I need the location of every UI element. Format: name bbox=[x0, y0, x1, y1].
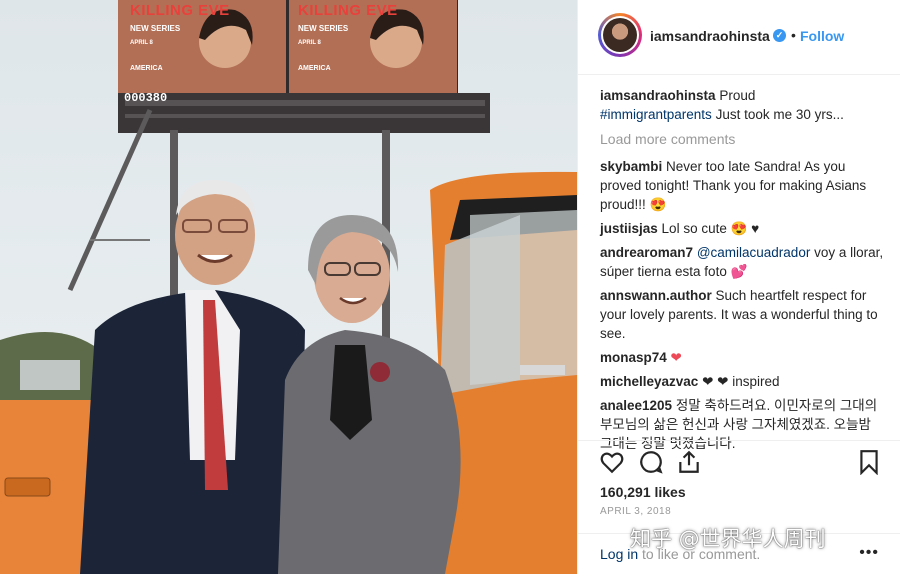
watermark: 知乎 @世界华人周刊 bbox=[630, 527, 826, 551]
avatar-image bbox=[603, 18, 637, 52]
billboard-subtitle-left: NEW SERIES bbox=[130, 24, 181, 33]
verified-badge-icon: ✓ bbox=[773, 29, 786, 42]
comment-text: Lol so cute 😍 ♥ bbox=[661, 221, 760, 236]
woman-jacket bbox=[278, 330, 461, 574]
load-more-comments[interactable]: Load more comments bbox=[600, 130, 885, 149]
comment-username[interactable]: andrearoman7 bbox=[600, 245, 693, 260]
comment-item: michelleyazvac ❤ ❤ inspired bbox=[600, 372, 885, 391]
heart-icon[interactable] bbox=[599, 449, 625, 475]
comment-item: andrearoman7 @camilacuadrador voy a llor… bbox=[600, 243, 885, 281]
billboard-network-left: AMERICA bbox=[130, 65, 163, 72]
comment-username[interactable]: annswann.author bbox=[600, 288, 712, 303]
comment-username[interactable]: monasp74 bbox=[600, 350, 667, 365]
follow-button[interactable]: Follow bbox=[800, 28, 844, 44]
caption: iamsandraohinsta Proud #immigrantparents… bbox=[600, 86, 885, 124]
comment-username[interactable]: analee1205 bbox=[600, 398, 672, 413]
comment-icon[interactable] bbox=[638, 449, 664, 475]
more-options-button[interactable]: ••• bbox=[859, 544, 879, 562]
billboard-subtitle-right: NEW SERIES bbox=[298, 24, 349, 33]
billboard-network-right: AMERICA bbox=[298, 65, 331, 72]
billboard-frame bbox=[118, 93, 490, 133]
billboard-number: 000380 bbox=[124, 91, 168, 105]
woman-brooch bbox=[370, 362, 390, 382]
caption-hashtag[interactable]: #immigrantparents bbox=[600, 107, 712, 122]
avatar[interactable] bbox=[598, 13, 642, 57]
post-panel: iamsandraohinsta ✓ • Follow iamsandraohi… bbox=[577, 0, 900, 574]
comment-mention[interactable]: @camilacuadrador bbox=[697, 245, 811, 260]
comment-item: justiisjas Lol so cute 😍 ♥ bbox=[600, 219, 885, 238]
separator-dot: • bbox=[791, 27, 796, 43]
post-photo: KILLING EVE NEW SERIES APRIL 8 AMERICA K… bbox=[0, 0, 577, 574]
comment-username[interactable]: skybambi bbox=[600, 159, 662, 174]
comment-username[interactable]: michelleyazvac bbox=[600, 374, 698, 389]
action-bar: 160,291 likes APRIL 3, 2018 Log in to li… bbox=[578, 440, 900, 575]
billboard-title-right: KILLING EVE bbox=[298, 2, 398, 19]
photo-illustration bbox=[0, 0, 577, 574]
comment-item: annswann.author Such heartfelt respect f… bbox=[600, 286, 885, 343]
comment-item: monasp74 ❤ bbox=[600, 348, 885, 367]
share-icon[interactable] bbox=[676, 449, 702, 475]
likes-count[interactable]: 160,291 likes bbox=[600, 484, 686, 500]
billboard-date-right: APRIL 8 bbox=[298, 40, 321, 46]
comment-text: ❤ ❤ inspired bbox=[702, 374, 780, 389]
billboard-title-left: KILLING EVE bbox=[130, 2, 230, 19]
post-date: APRIL 3, 2018 bbox=[600, 506, 672, 517]
comment-list: iamsandraohinsta Proud #immigrantparents… bbox=[600, 86, 885, 458]
comment-text: ❤ bbox=[670, 350, 682, 365]
comment-item: skybambi Never too late Sandra! As you p… bbox=[600, 157, 885, 214]
header-username[interactable]: iamsandraohinsta bbox=[650, 28, 770, 44]
billboard-date-left: APRIL 8 bbox=[130, 40, 153, 46]
caption-username[interactable]: iamsandraohinsta bbox=[600, 88, 716, 103]
bookmark-icon[interactable] bbox=[856, 449, 882, 475]
caption-text-before: Proud bbox=[719, 88, 756, 103]
comment-username[interactable]: justiisjas bbox=[600, 221, 658, 236]
post-header: iamsandraohinsta ✓ • Follow bbox=[578, 0, 900, 75]
caption-text-after: Just took me 30 yrs... bbox=[715, 107, 844, 122]
